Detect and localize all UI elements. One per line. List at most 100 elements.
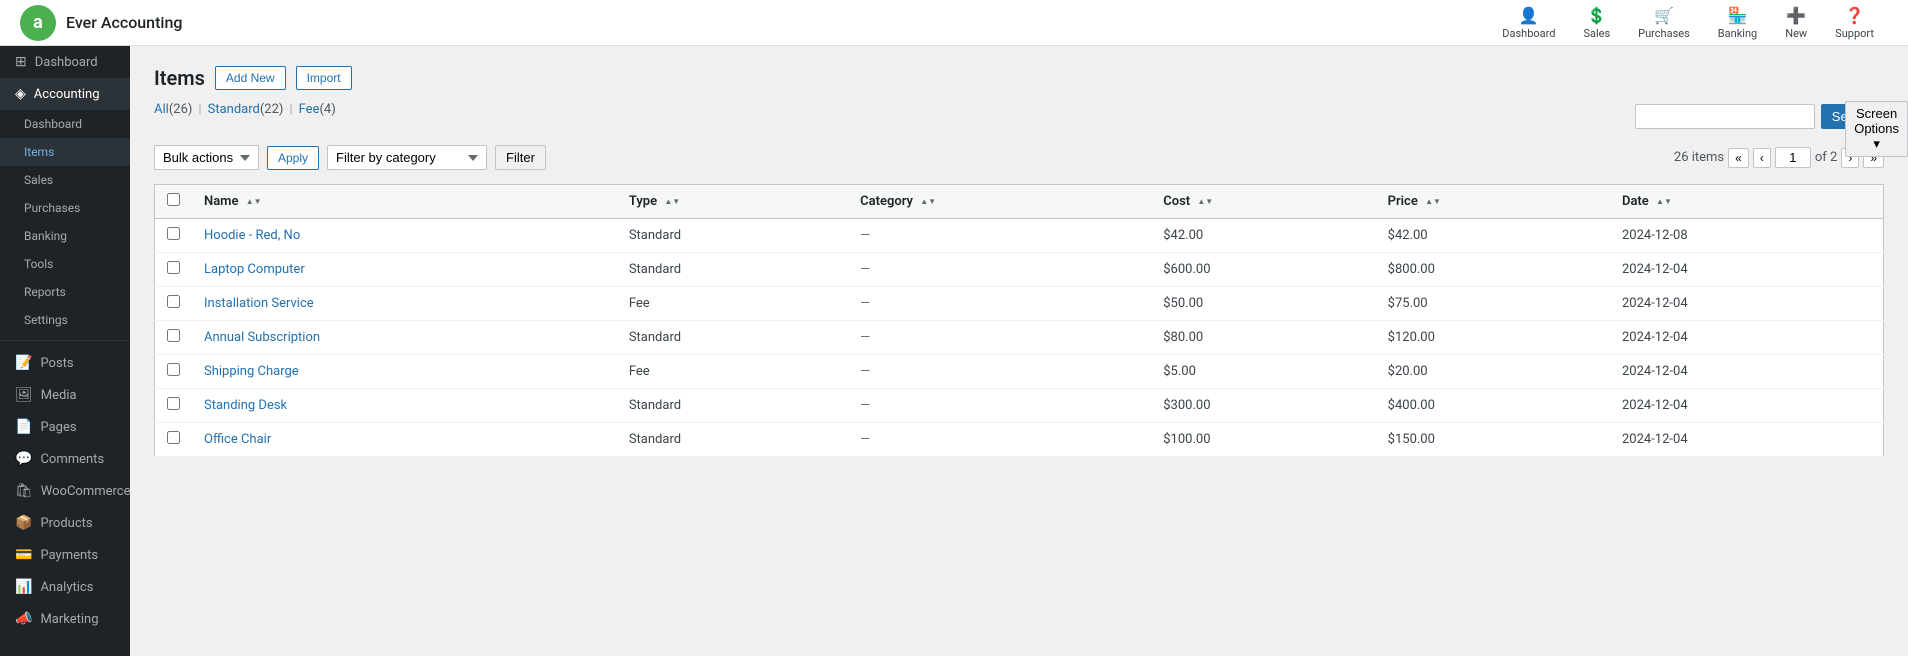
sidebar-sub-reports[interactable]: Reports bbox=[0, 278, 130, 306]
row-date-5: 2024-12-04 bbox=[1610, 389, 1884, 423]
top-nav: 👤 Dashboard 💲 Sales 🛒 Purchases 🏪 Bankin… bbox=[1488, 6, 1888, 40]
row-category-6: — bbox=[848, 423, 1151, 457]
row-cost-5: $300.00 bbox=[1151, 389, 1375, 423]
sidebar-item-accounting[interactable]: ◈ Accounting bbox=[0, 78, 130, 110]
item-link-1[interactable]: Laptop Computer bbox=[204, 262, 305, 277]
col-name[interactable]: Name ▲▼ bbox=[192, 185, 617, 219]
top-nav-banking[interactable]: 🏪 Banking bbox=[1704, 6, 1771, 40]
sidebar-item-posts[interactable]: 📝 Posts bbox=[0, 347, 130, 379]
sidebar-item-pages[interactable]: 📄 Pages bbox=[0, 411, 130, 443]
row-name-2: Installation Service bbox=[192, 287, 617, 321]
sidebar-sub-dashboard[interactable]: Dashboard bbox=[0, 110, 130, 138]
select-all-checkbox[interactable] bbox=[167, 193, 180, 206]
sidebar-sub-settings[interactable]: Settings bbox=[0, 306, 130, 334]
prev-page-button[interactable]: ‹ bbox=[1753, 148, 1771, 168]
row-checkbox-1[interactable] bbox=[167, 261, 180, 274]
row-checkbox-cell bbox=[155, 321, 193, 355]
sidebar-item-payments[interactable]: 💳 Payments bbox=[0, 539, 130, 571]
row-checkbox-0[interactable] bbox=[167, 227, 180, 240]
top-nav-purchases[interactable]: 🛒 Purchases bbox=[1624, 6, 1704, 40]
top-nav-sales-label: Sales bbox=[1583, 27, 1610, 40]
row-checkbox-cell bbox=[155, 287, 193, 321]
row-checkbox-cell bbox=[155, 355, 193, 389]
apply-button[interactable]: Apply bbox=[267, 146, 319, 170]
sidebar-item-marketing-label: Marketing bbox=[40, 612, 98, 627]
page-number-input[interactable] bbox=[1775, 147, 1811, 168]
top-nav-new[interactable]: ➕ New bbox=[1771, 6, 1821, 40]
row-name-0: Hoodie - Red, No bbox=[192, 219, 617, 253]
filter-tab-standard[interactable]: Standard bbox=[208, 102, 260, 117]
row-type-5: Standard bbox=[617, 389, 848, 423]
sidebar: ⊞ Dashboard ◈ Accounting Dashboard Items… bbox=[0, 46, 130, 656]
sidebar-sub-items[interactable]: Items bbox=[0, 138, 130, 166]
sidebar-sub-dashboard-label: Dashboard bbox=[24, 117, 82, 131]
sidebar-item-payments-label: Payments bbox=[40, 548, 98, 563]
col-type[interactable]: Type ▲▼ bbox=[617, 185, 848, 219]
filter-tab-fee[interactable]: Fee bbox=[299, 102, 320, 117]
item-link-5[interactable]: Standing Desk bbox=[204, 398, 287, 413]
sidebar-item-accounting-label: Accounting bbox=[34, 87, 100, 102]
sidebar-sub-tools-label: Tools bbox=[24, 257, 53, 271]
sidebar-item-dashboard[interactable]: ⊞ Dashboard bbox=[0, 46, 130, 78]
sidebar-item-analytics-label: Analytics bbox=[40, 580, 93, 595]
import-button[interactable]: Import bbox=[296, 66, 352, 90]
sidebar-sub-tools[interactable]: Tools bbox=[0, 250, 130, 278]
payments-icon: 💳 bbox=[15, 547, 32, 563]
sidebar-item-products[interactable]: 📦 Products bbox=[0, 507, 130, 539]
pages-icon: 📄 bbox=[15, 419, 32, 435]
logo-icon: a bbox=[20, 5, 56, 41]
bulk-actions-select[interactable]: Bulk actions Delete bbox=[154, 145, 259, 170]
top-nav-support[interactable]: ❓ Support bbox=[1821, 6, 1888, 40]
table-row: Annual Subscription Standard — $80.00 $1… bbox=[155, 321, 1884, 355]
item-link-4[interactable]: Shipping Charge bbox=[204, 364, 299, 379]
top-nav-banking-label: Banking bbox=[1718, 27, 1757, 40]
sidebar-item-analytics[interactable]: 📊 Analytics bbox=[0, 571, 130, 603]
first-page-button[interactable]: « bbox=[1728, 148, 1749, 168]
sidebar-item-comments-label: Comments bbox=[40, 452, 104, 467]
top-nav-sales[interactable]: 💲 Sales bbox=[1569, 6, 1624, 40]
screen-options-button[interactable]: Screen Options ▾ bbox=[1845, 101, 1908, 157]
sidebar-sub-sales[interactable]: Sales bbox=[0, 166, 130, 194]
sidebar-item-comments[interactable]: 💬 Comments bbox=[0, 443, 130, 475]
row-date-0: 2024-12-08 bbox=[1610, 219, 1884, 253]
filter-by-category-select[interactable]: Filter by category bbox=[327, 145, 487, 170]
sidebar-sub-purchases[interactable]: Purchases bbox=[0, 194, 130, 222]
app-logo[interactable]: a Ever Accounting bbox=[20, 5, 182, 41]
filter-tab-standard-count: (22) bbox=[260, 102, 284, 117]
filter-tab-all[interactable]: All bbox=[154, 102, 169, 117]
col-date[interactable]: Date ▲▼ bbox=[1610, 185, 1884, 219]
top-nav-new-label: New bbox=[1785, 27, 1807, 40]
total-pages-label: of 2 bbox=[1815, 150, 1837, 165]
search-input[interactable] bbox=[1635, 104, 1815, 129]
col-price[interactable]: Price ▲▼ bbox=[1376, 185, 1610, 219]
woocommerce-icon: 🛍 bbox=[15, 483, 33, 499]
item-link-0[interactable]: Hoodie - Red, No bbox=[204, 228, 300, 243]
sidebar-item-marketing[interactable]: 📣 Marketing bbox=[0, 603, 130, 635]
row-cost-6: $100.00 bbox=[1151, 423, 1375, 457]
row-checkbox-6[interactable] bbox=[167, 431, 180, 444]
sidebar-sub-sales-label: Sales bbox=[24, 173, 53, 187]
filter-button[interactable]: Filter bbox=[495, 145, 546, 170]
row-checkbox-2[interactable] bbox=[167, 295, 180, 308]
sidebar-item-media[interactable]: 🖼 Media bbox=[0, 379, 130, 411]
item-link-3[interactable]: Annual Subscription bbox=[204, 330, 320, 345]
sidebar-sub-settings-label: Settings bbox=[24, 313, 68, 327]
sidebar-sub-banking[interactable]: Banking bbox=[0, 222, 130, 250]
top-nav-purchases-label: Purchases bbox=[1638, 27, 1690, 40]
row-name-3: Annual Subscription bbox=[192, 321, 617, 355]
col-category[interactable]: Category ▲▼ bbox=[848, 185, 1151, 219]
dashboard-nav-icon: 👤 bbox=[1519, 6, 1539, 25]
row-checkbox-3[interactable] bbox=[167, 329, 180, 342]
banking-nav-icon: 🏪 bbox=[1728, 6, 1748, 25]
add-new-button[interactable]: Add New bbox=[215, 66, 286, 90]
col-cost[interactable]: Cost ▲▼ bbox=[1151, 185, 1375, 219]
row-checkbox-5[interactable] bbox=[167, 397, 180, 410]
item-link-6[interactable]: Office Chair bbox=[204, 432, 271, 447]
row-checkbox-cell bbox=[155, 423, 193, 457]
top-nav-dashboard[interactable]: 👤 Dashboard bbox=[1488, 6, 1569, 40]
row-checkbox-4[interactable] bbox=[167, 363, 180, 376]
item-link-2[interactable]: Installation Service bbox=[204, 296, 314, 311]
row-price-4: $20.00 bbox=[1376, 355, 1610, 389]
sidebar-item-woocommerce[interactable]: 🛍 WooCommerce bbox=[0, 475, 130, 507]
sidebar-item-woocommerce-label: WooCommerce bbox=[41, 484, 130, 499]
